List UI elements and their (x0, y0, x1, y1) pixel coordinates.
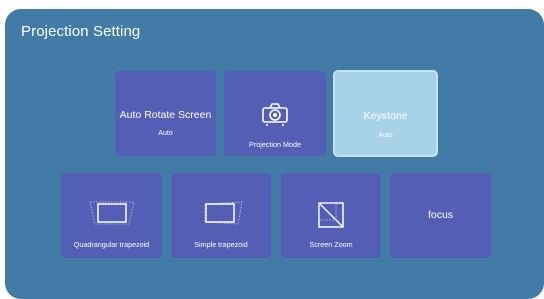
simple-trapezoid-icon (204, 201, 243, 225)
keystone-tile[interactable]: Keystone Auto (333, 70, 438, 157)
projection-mode-tile[interactable]: Projection Mode (224, 71, 326, 156)
screen-zoom-icon (318, 202, 344, 228)
simple-trapezoid-label: Simple trapezoid (194, 240, 248, 249)
simple-trapezoid-tile[interactable]: Simple trapezoid (171, 173, 271, 258)
screen-zoom-tile[interactable]: Screen Zoom (281, 173, 381, 258)
auto-rotate-screen-value: Auto (158, 130, 173, 137)
keystone-title: Keystone (363, 110, 408, 122)
projection-mode-label: Projection Mode (249, 140, 301, 149)
page-title: Projection Setting (21, 23, 141, 40)
keystone-value: Auto (378, 132, 393, 139)
focus-tile[interactable]: focus (390, 173, 491, 258)
quadrangular-trapezoid-label: Quadrangular trapezoid (73, 240, 150, 249)
auto-rotate-screen-tile[interactable]: Auto Rotate Screen Auto (115, 71, 216, 156)
auto-rotate-screen-title: Auto Rotate Screen (119, 109, 212, 121)
quadrangular-trapezoid-tile[interactable]: Quadrangular trapezoid (61, 173, 162, 258)
screen-zoom-label: Screen Zoom (309, 240, 353, 249)
focus-title: focus (427, 209, 454, 221)
projector-icon (262, 103, 288, 126)
quadrangular-trapezoid-icon (89, 201, 135, 225)
